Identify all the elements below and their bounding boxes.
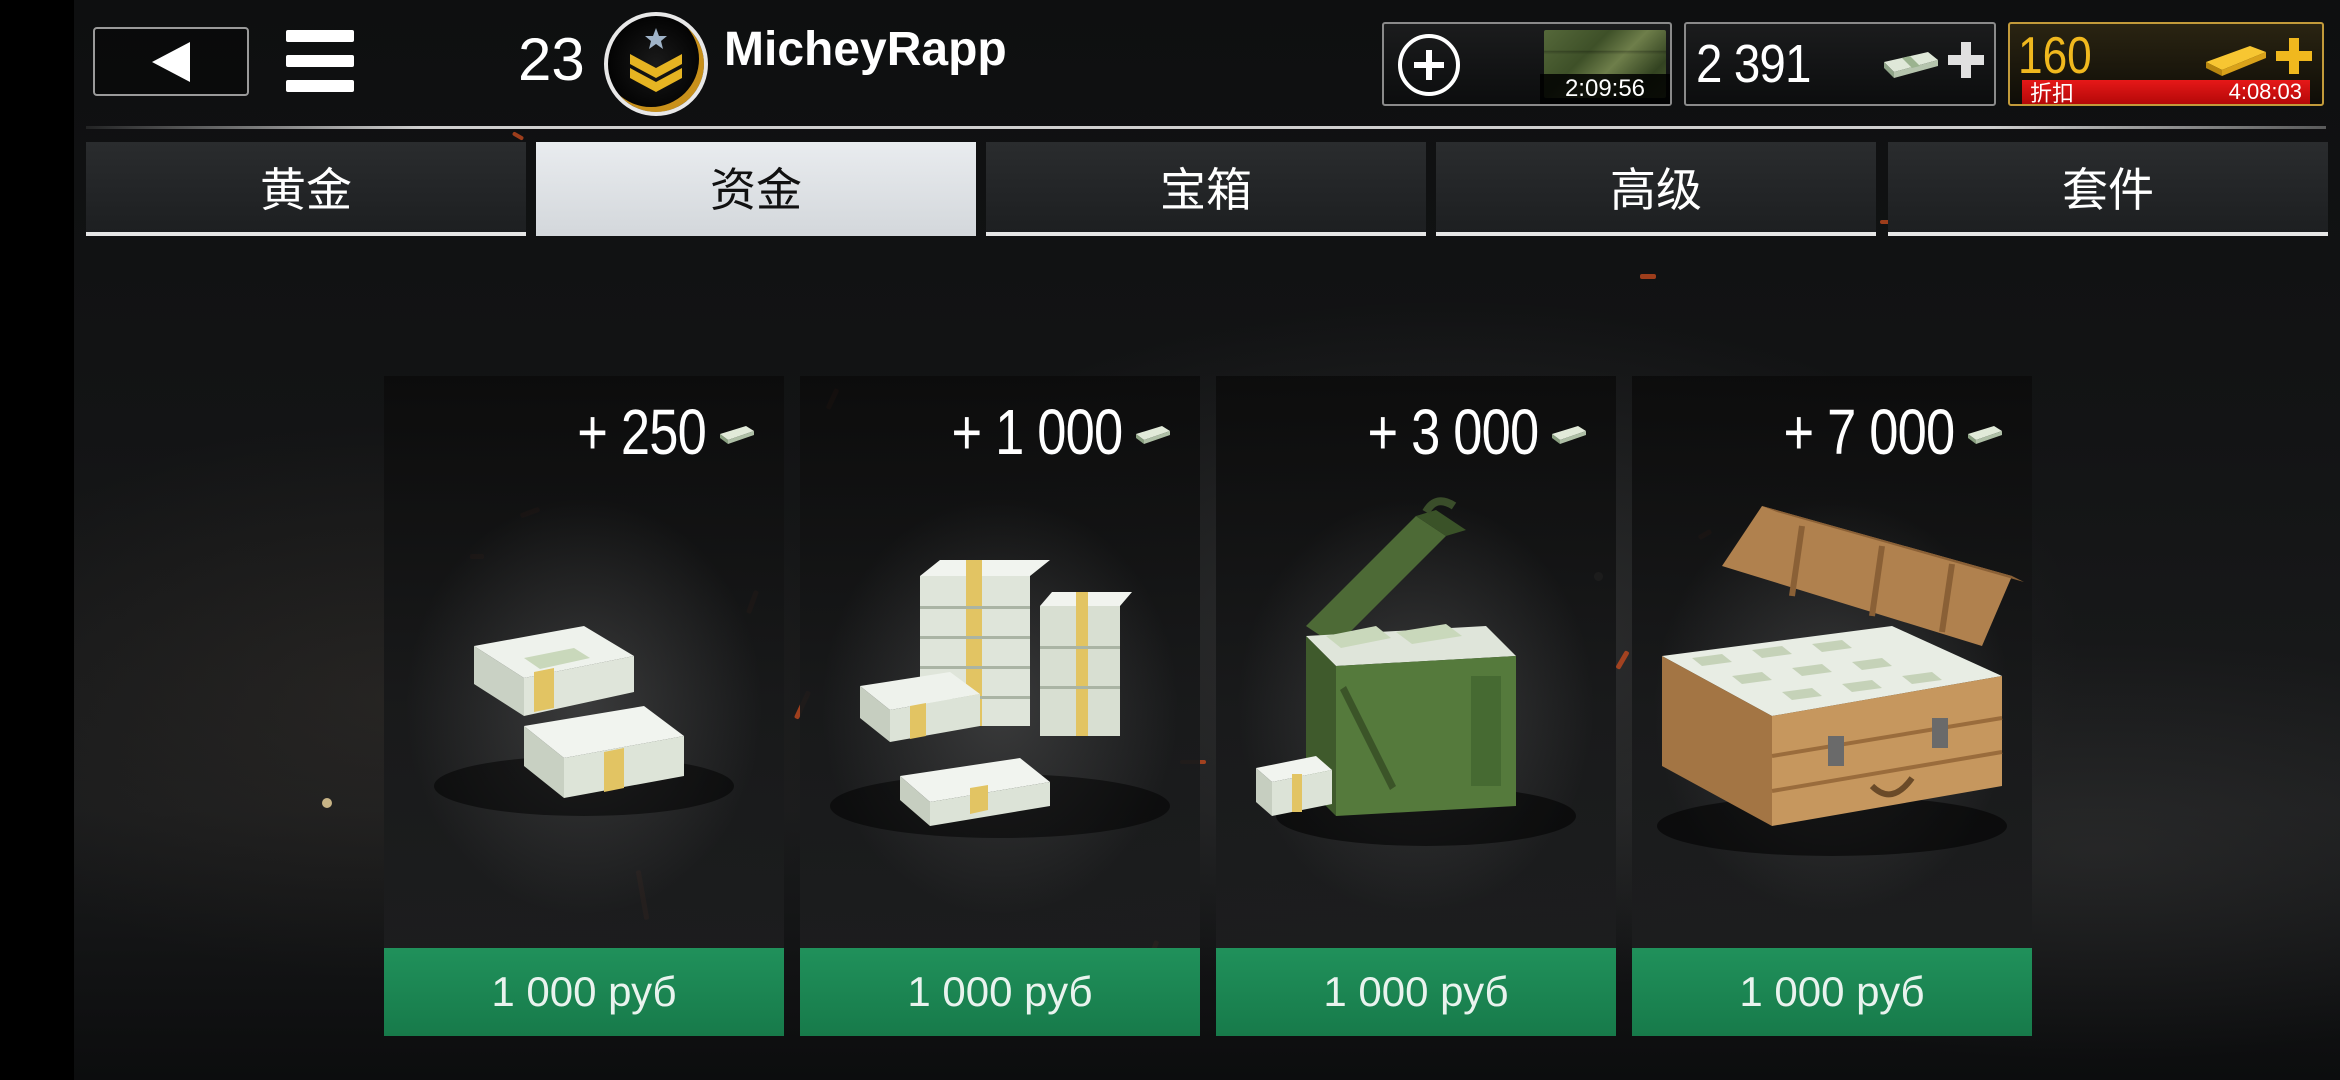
shop-tabs: 黄金 资金 宝箱 高级 套件 [86,142,2328,236]
cash-balance: 2 391 [1696,34,1811,94]
screen-edge [0,0,74,1080]
offer-amount: + 1 000 [951,396,1123,468]
free-crate-widget[interactable]: 2:09:56 [1382,22,1672,106]
cash-icon [1968,426,2002,444]
wooden-crate-cash-icon [1657,506,2024,856]
header-divider [86,126,2326,129]
buy-button[interactable]: 1 000 руб [1216,948,1616,1036]
tab-premium[interactable]: 高级 [1436,142,1876,236]
sergeant-rank-icon [630,28,682,92]
tab-gold[interactable]: 黄金 [86,142,526,236]
cash-icon [720,426,754,444]
add-gold-button[interactable] [2272,34,2316,78]
ammo-box-cash-icon [1256,497,1576,846]
player-username: MicheyRapp [724,23,1007,76]
offer-amount-row: + 7 000 [1746,392,2004,472]
discount-strip[interactable]: 折扣 4:08:03 [2022,79,2310,106]
rank-badge[interactable] [604,12,708,116]
buy-button[interactable]: 1 000 руб [800,948,1200,1036]
menu-button[interactable] [286,30,354,92]
offer-amount: + 3 000 [1367,396,1539,468]
hamburger-menu-icon [286,30,354,42]
cash-icon [1136,426,1170,444]
offer-card-3000[interactable]: + 3 000 1 000 руб [1216,376,1616,1036]
back-button[interactable] [93,27,249,96]
ember-particle [511,131,525,141]
plus-icon [1414,50,1444,80]
tab-funds[interactable]: 资金 [536,142,976,236]
discount-label: 折扣 [2030,81,2075,106]
buy-button[interactable]: 1 000 руб [1632,948,2032,1036]
small-cash-stacks-icon [434,626,734,816]
tab-kits[interactable]: 套件 [1888,142,2328,236]
cash-balance-widget[interactable]: 2 391 [1684,22,1996,106]
ember-particle [322,798,332,808]
hamburger-menu-line [286,80,354,92]
medium-cash-pile-icon [830,560,1170,838]
cash-icon [1884,52,1938,78]
offer-amount: + 250 [577,396,707,468]
ember-particle [1640,274,1656,279]
hamburger-menu-line [286,55,354,67]
offer-amount-row: + 3 000 [1330,392,1588,472]
crate-timer: 2:09:56 [1540,74,1670,104]
add-cash-button[interactable] [1944,38,1988,82]
ember-particle [1615,650,1630,670]
offer-amount: + 7 000 [1783,396,1955,468]
discount-timer: 4:08:03 [2228,79,2302,104]
gold-balance-widget[interactable]: 160 折扣 4:08:03 [2008,22,2324,106]
offer-amount-row: + 1 000 [914,392,1172,472]
shop-screen: 23 MicheyRapp 2:09:56 2 391 160 折扣 4:08:… [0,0,2340,1080]
tab-chests[interactable]: 宝箱 [986,142,1426,236]
cash-icon [1552,426,1586,444]
player-level: 23 [518,26,585,93]
offer-card-7000[interactable]: + 7 000 1 000 руб [1632,376,2032,1036]
add-crate-button[interactable] [1398,34,1460,96]
buy-button[interactable]: 1 000 руб [384,948,784,1036]
offer-card-1000[interactable]: + 1 000 1 000 руб [800,376,1200,1036]
back-arrow-icon [152,41,190,82]
gold-bar-icon [2206,46,2266,76]
offer-amount-row: + 250 [549,392,756,472]
offer-card-250[interactable]: + 250 1 000 руб [384,376,784,1036]
